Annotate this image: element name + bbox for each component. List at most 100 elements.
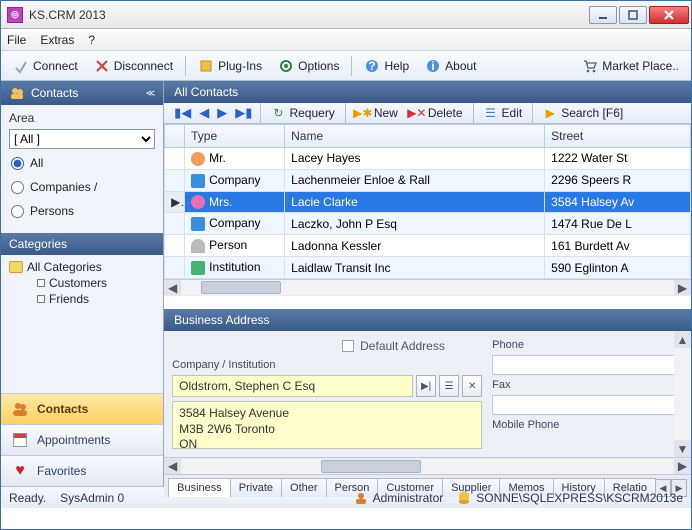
cell-name: Lacey Hayes xyxy=(285,148,545,170)
scroll-right-icon[interactable]: ▶ xyxy=(674,459,691,474)
new-button[interactable]: ▶✱New xyxy=(350,104,404,122)
status-sysadmin: SysAdmin 0 xyxy=(60,491,124,505)
area-select[interactable]: [ All ] xyxy=(9,129,155,149)
disconnect-icon xyxy=(94,58,110,74)
plugins-button[interactable]: Plug-Ins xyxy=(192,56,268,76)
table-row[interactable]: Mr.Lacey Hayes1222 Water St xyxy=(165,148,691,170)
marketplace-button[interactable]: Market Place.. xyxy=(576,56,685,76)
col-name[interactable]: Name xyxy=(285,125,545,148)
radio-all[interactable]: All xyxy=(11,153,151,173)
menu-extras[interactable]: Extras xyxy=(40,33,74,47)
detail-hscroll[interactable]: ◀ ▶ xyxy=(164,457,691,474)
minimize-button[interactable] xyxy=(589,6,617,24)
cell-type: Company xyxy=(185,169,285,191)
cell-street: 1222 Water St xyxy=(545,148,691,170)
clear-button[interactable]: ✕ xyxy=(462,375,482,397)
node-icon xyxy=(37,295,45,303)
tree-friends[interactable]: Friends xyxy=(9,291,155,307)
categories-tree: All Categories Customers Friends xyxy=(1,255,163,393)
address-textarea[interactable]: 3584 Halsey Avenue M3B 2W6 Toronto ON xyxy=(172,401,482,449)
help-button[interactable]: ? Help xyxy=(358,56,415,76)
form-button[interactable]: ☰ xyxy=(439,375,459,397)
connect-label: Connect xyxy=(33,59,78,73)
default-address-checkbox[interactable]: Default Address xyxy=(342,339,482,353)
requery-button[interactable]: ↻Requery xyxy=(265,104,340,122)
contacts-header[interactable]: Contacts ≪ xyxy=(1,81,163,105)
disconnect-button[interactable]: Disconnect xyxy=(88,56,179,76)
scroll-left-icon[interactable]: ◀ xyxy=(164,280,181,295)
table-row[interactable]: InstitutionLaidlaw Transit Inc590 Eglint… xyxy=(165,257,691,279)
scroll-left-icon[interactable]: ◀ xyxy=(164,459,181,474)
edit-button[interactable]: ☰Edit xyxy=(478,104,529,122)
nav-favorites[interactable]: ♥ Favorites xyxy=(1,455,163,486)
radio-companies[interactable]: Companies / xyxy=(11,177,151,197)
cell-street: 2296 Speers R xyxy=(545,169,691,191)
categories-header[interactable]: Categories xyxy=(1,233,163,255)
type-icon xyxy=(191,239,205,253)
collapse-icon[interactable]: ≪ xyxy=(146,88,155,99)
maximize-button[interactable] xyxy=(619,6,647,24)
scroll-down-icon[interactable]: ▼ xyxy=(674,440,691,457)
toolbar: Connect Disconnect Plug-Ins Options ? He… xyxy=(1,51,691,81)
scroll-up-icon[interactable]: ▲ xyxy=(674,331,691,348)
nav-contacts[interactable]: Contacts xyxy=(1,393,163,424)
scroll-right-icon[interactable]: ▶ xyxy=(674,280,691,295)
table-row[interactable]: CompanyLachenmeier Enloe & Rall2296 Spee… xyxy=(165,169,691,191)
table-row[interactable]: ▶Mrs.Lacie Clarke3584 Halsey Av xyxy=(165,191,691,213)
nav-first-icon[interactable]: ▮◀ xyxy=(170,105,195,121)
detail-body: Default Address Company / Institution Ol… xyxy=(164,331,691,457)
left-panel: Contacts ≪ Area [ All ] All Companies / … xyxy=(1,81,164,486)
nav-next-icon[interactable]: ▶ xyxy=(213,105,231,121)
fax-input[interactable] xyxy=(492,395,683,415)
database-icon xyxy=(457,491,471,505)
svg-text:i: i xyxy=(431,59,434,73)
lookup-button[interactable]: ▶| xyxy=(416,375,436,397)
grid: Type Name Street Mr.Lacey Hayes1222 Wate… xyxy=(164,124,691,309)
cell-name: Laczko, John P Esq xyxy=(285,213,545,235)
contacts-header-label: Contacts xyxy=(31,86,78,100)
calendar-icon xyxy=(11,431,29,449)
detail-vscroll[interactable]: ▲ ▼ xyxy=(674,331,691,457)
cell-street: 1474 Rue De L xyxy=(545,213,691,235)
status-server: SONNE\SQLEXPRESS\KSCRM2013e xyxy=(457,491,683,505)
table-row[interactable]: PersonLadonna Kessler161 Burdett Av xyxy=(165,235,691,257)
connect-button[interactable]: Connect xyxy=(7,56,84,76)
cell-type: Institution xyxy=(185,257,285,279)
fax-label: Fax xyxy=(492,379,683,391)
type-icon xyxy=(191,217,205,231)
plugins-icon xyxy=(198,58,214,74)
nav-prev-icon[interactable]: ◀ xyxy=(195,105,213,121)
grid-hscroll[interactable]: ◀ ▶ xyxy=(164,279,691,296)
tab-business[interactable]: Business xyxy=(168,478,231,497)
phone-input[interactable] xyxy=(492,355,683,375)
col-street[interactable]: Street xyxy=(545,125,691,148)
tree-root[interactable]: All Categories xyxy=(9,259,155,275)
company-input[interactable]: Oldstrom, Stephen C Esq xyxy=(172,375,413,397)
col-type[interactable]: Type xyxy=(185,125,285,148)
table-row[interactable]: CompanyLaczko, John P Esq1474 Rue De L xyxy=(165,213,691,235)
about-button[interactable]: i About xyxy=(419,56,482,76)
close-button[interactable] xyxy=(649,6,689,24)
options-button[interactable]: Options xyxy=(272,56,345,76)
nav-appointments[interactable]: Appointments xyxy=(1,424,163,455)
search-button[interactable]: ▶Search [F6] xyxy=(537,104,629,122)
area-label: Area xyxy=(9,111,155,125)
refresh-icon: ↻ xyxy=(271,106,285,120)
menu-help[interactable]: ? xyxy=(88,33,95,47)
status-ready: Ready. xyxy=(9,491,46,505)
row-marker xyxy=(165,169,185,191)
radio-persons[interactable]: Persons xyxy=(11,201,151,221)
row-marker xyxy=(165,257,185,279)
cell-type: Person xyxy=(185,235,285,257)
gear-icon xyxy=(278,58,294,74)
nav-last-icon[interactable]: ▶▮ xyxy=(231,105,256,121)
app-icon: ◎ xyxy=(7,7,23,23)
tab-other[interactable]: Other xyxy=(281,478,327,497)
menubar: File Extras ? xyxy=(1,29,691,51)
delete-button[interactable]: ▶✕Delete xyxy=(404,104,469,122)
tree-customers[interactable]: Customers xyxy=(9,275,155,291)
info-icon: i xyxy=(425,58,441,74)
menu-file[interactable]: File xyxy=(7,33,26,47)
tab-private[interactable]: Private xyxy=(230,478,282,497)
cell-type: Company xyxy=(185,213,285,235)
